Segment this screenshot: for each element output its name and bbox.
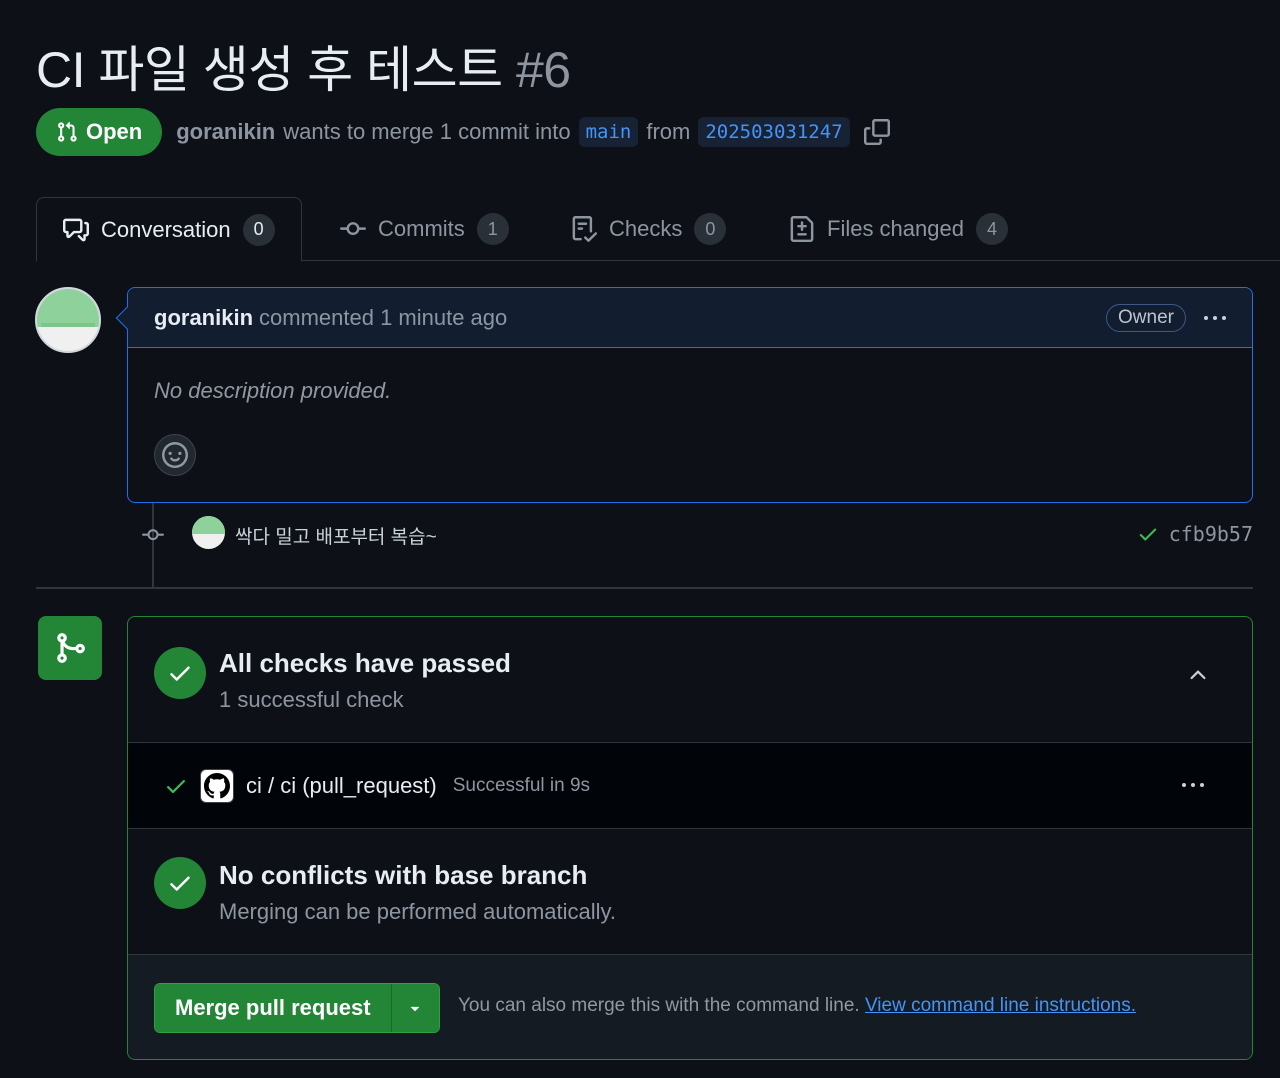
git-commit-icon bbox=[140, 524, 166, 551]
merge-action-section: Merge pull request You can also merge th… bbox=[128, 955, 1252, 1059]
git-merge-icon bbox=[57, 633, 85, 663]
check-circle-icon bbox=[154, 647, 206, 699]
kebab-menu-icon[interactable] bbox=[1182, 783, 1204, 787]
merge-status-icon bbox=[38, 616, 102, 680]
tab-files-changed-counter: 4 bbox=[975, 213, 1008, 245]
merge-box: All checks have passed 1 successful chec… bbox=[127, 616, 1253, 1060]
conflicts-title: No conflicts with base branch bbox=[219, 860, 588, 890]
tab-commits[interactable]: Commits 1 bbox=[340, 197, 509, 261]
merge-summary: goranikin wants to merge 1 commit into m… bbox=[176, 117, 890, 147]
base-branch[interactable]: main bbox=[578, 117, 639, 147]
conflicts-subtitle: Merging can be performed automatically. bbox=[219, 899, 617, 924]
tab-files-changed[interactable]: Files changed 4 bbox=[789, 197, 1008, 261]
pr-title-text: CI 파일 생성 후 테스트 bbox=[36, 42, 503, 98]
file-diff-icon bbox=[790, 216, 814, 242]
command-line-instructions-link[interactable]: View command line instructions. bbox=[865, 995, 1136, 1016]
tab-commits-label: Commits bbox=[378, 216, 465, 241]
comment-meta: commented 1 minute ago bbox=[259, 304, 508, 330]
pr-title: CI 파일 생성 후 테스트 #6 bbox=[36, 30, 571, 102]
state-badge: Open bbox=[36, 108, 163, 156]
merge-hint: You can also merge this with the command… bbox=[458, 995, 1136, 1017]
merge-hint-text: You can also merge this with the command… bbox=[458, 995, 860, 1016]
commit-sha-row: cfb9b57 bbox=[1137, 522, 1253, 546]
comment-header: goranikin commented 1 minute ago Owner bbox=[128, 288, 1252, 348]
tab-conversation-counter: 0 bbox=[242, 213, 275, 246]
tab-checks-counter: 0 bbox=[694, 213, 727, 245]
ci-check-status: Successful in 9s bbox=[452, 775, 591, 796]
git-pull-request-icon bbox=[58, 121, 77, 142]
pr-number: #6 bbox=[515, 42, 571, 98]
tab-files-changed-label: Files changed bbox=[827, 216, 964, 241]
avatar[interactable] bbox=[35, 287, 101, 353]
commit-sha[interactable]: cfb9b57 bbox=[1169, 522, 1253, 546]
state-label: Open bbox=[86, 119, 143, 144]
owner-badge: Owner bbox=[1106, 303, 1186, 332]
comment-discussion-icon bbox=[63, 218, 89, 241]
tab-checks[interactable]: Checks 0 bbox=[571, 197, 727, 261]
chevron-up-icon[interactable] bbox=[1186, 663, 1210, 692]
pr-state-row: Open goranikin wants to merge 1 commit i… bbox=[36, 108, 890, 156]
merge-button-group: Merge pull request bbox=[154, 983, 440, 1033]
check-icon[interactable] bbox=[1137, 523, 1159, 545]
conflicts-section: No conflicts with base branch Merging ca… bbox=[128, 829, 1252, 955]
github-logo-icon bbox=[200, 769, 234, 803]
ci-check-row[interactable]: ci / ci (pull_request) Successful in 9s bbox=[128, 743, 1252, 829]
triangle-down-icon bbox=[410, 1006, 420, 1012]
comment-body: No description provided. bbox=[154, 378, 392, 403]
timeline-divider bbox=[36, 587, 1253, 589]
tab-conversation[interactable]: Conversation 0 bbox=[36, 197, 302, 262]
checklist-icon bbox=[572, 216, 597, 242]
copy-icon[interactable] bbox=[863, 119, 890, 145]
check-circle-icon bbox=[154, 857, 206, 909]
smiley-icon bbox=[162, 442, 188, 468]
from-text: from bbox=[646, 119, 691, 144]
pr-tabs: Conversation 0 Commits 1 Checks 0 Files … bbox=[36, 197, 1280, 262]
merge-pull-request-button[interactable]: Merge pull request bbox=[155, 984, 391, 1032]
ci-check-name[interactable]: ci / ci (pull_request) bbox=[246, 773, 437, 799]
tab-conversation-label: Conversation bbox=[101, 216, 231, 242]
comment-author[interactable]: goranikin bbox=[154, 305, 253, 331]
add-reaction-button[interactable] bbox=[154, 434, 196, 476]
commit-message[interactable]: 싹다 밀고 배포부터 복습~ bbox=[235, 522, 437, 549]
checks-section: All checks have passed 1 successful chec… bbox=[128, 617, 1252, 743]
git-commit-icon bbox=[340, 222, 366, 236]
checks-subtitle: 1 successful check bbox=[219, 687, 404, 712]
head-branch[interactable]: 202503031247 bbox=[698, 117, 850, 147]
merge-text: wants to merge 1 commit into bbox=[283, 119, 571, 144]
check-icon bbox=[167, 780, 185, 794]
tab-checks-label: Checks bbox=[609, 216, 683, 241]
comment-box: goranikin commented 1 minute ago Owner N… bbox=[115, 287, 1253, 503]
merge-options-dropdown[interactable] bbox=[390, 984, 439, 1032]
pr-author-link[interactable]: goranikin bbox=[176, 119, 275, 145]
tab-commits-counter: 1 bbox=[476, 213, 509, 245]
checks-title: All checks have passed bbox=[219, 648, 511, 678]
commit-avatar[interactable] bbox=[192, 516, 225, 549]
kebab-menu-icon[interactable] bbox=[1204, 315, 1226, 320]
